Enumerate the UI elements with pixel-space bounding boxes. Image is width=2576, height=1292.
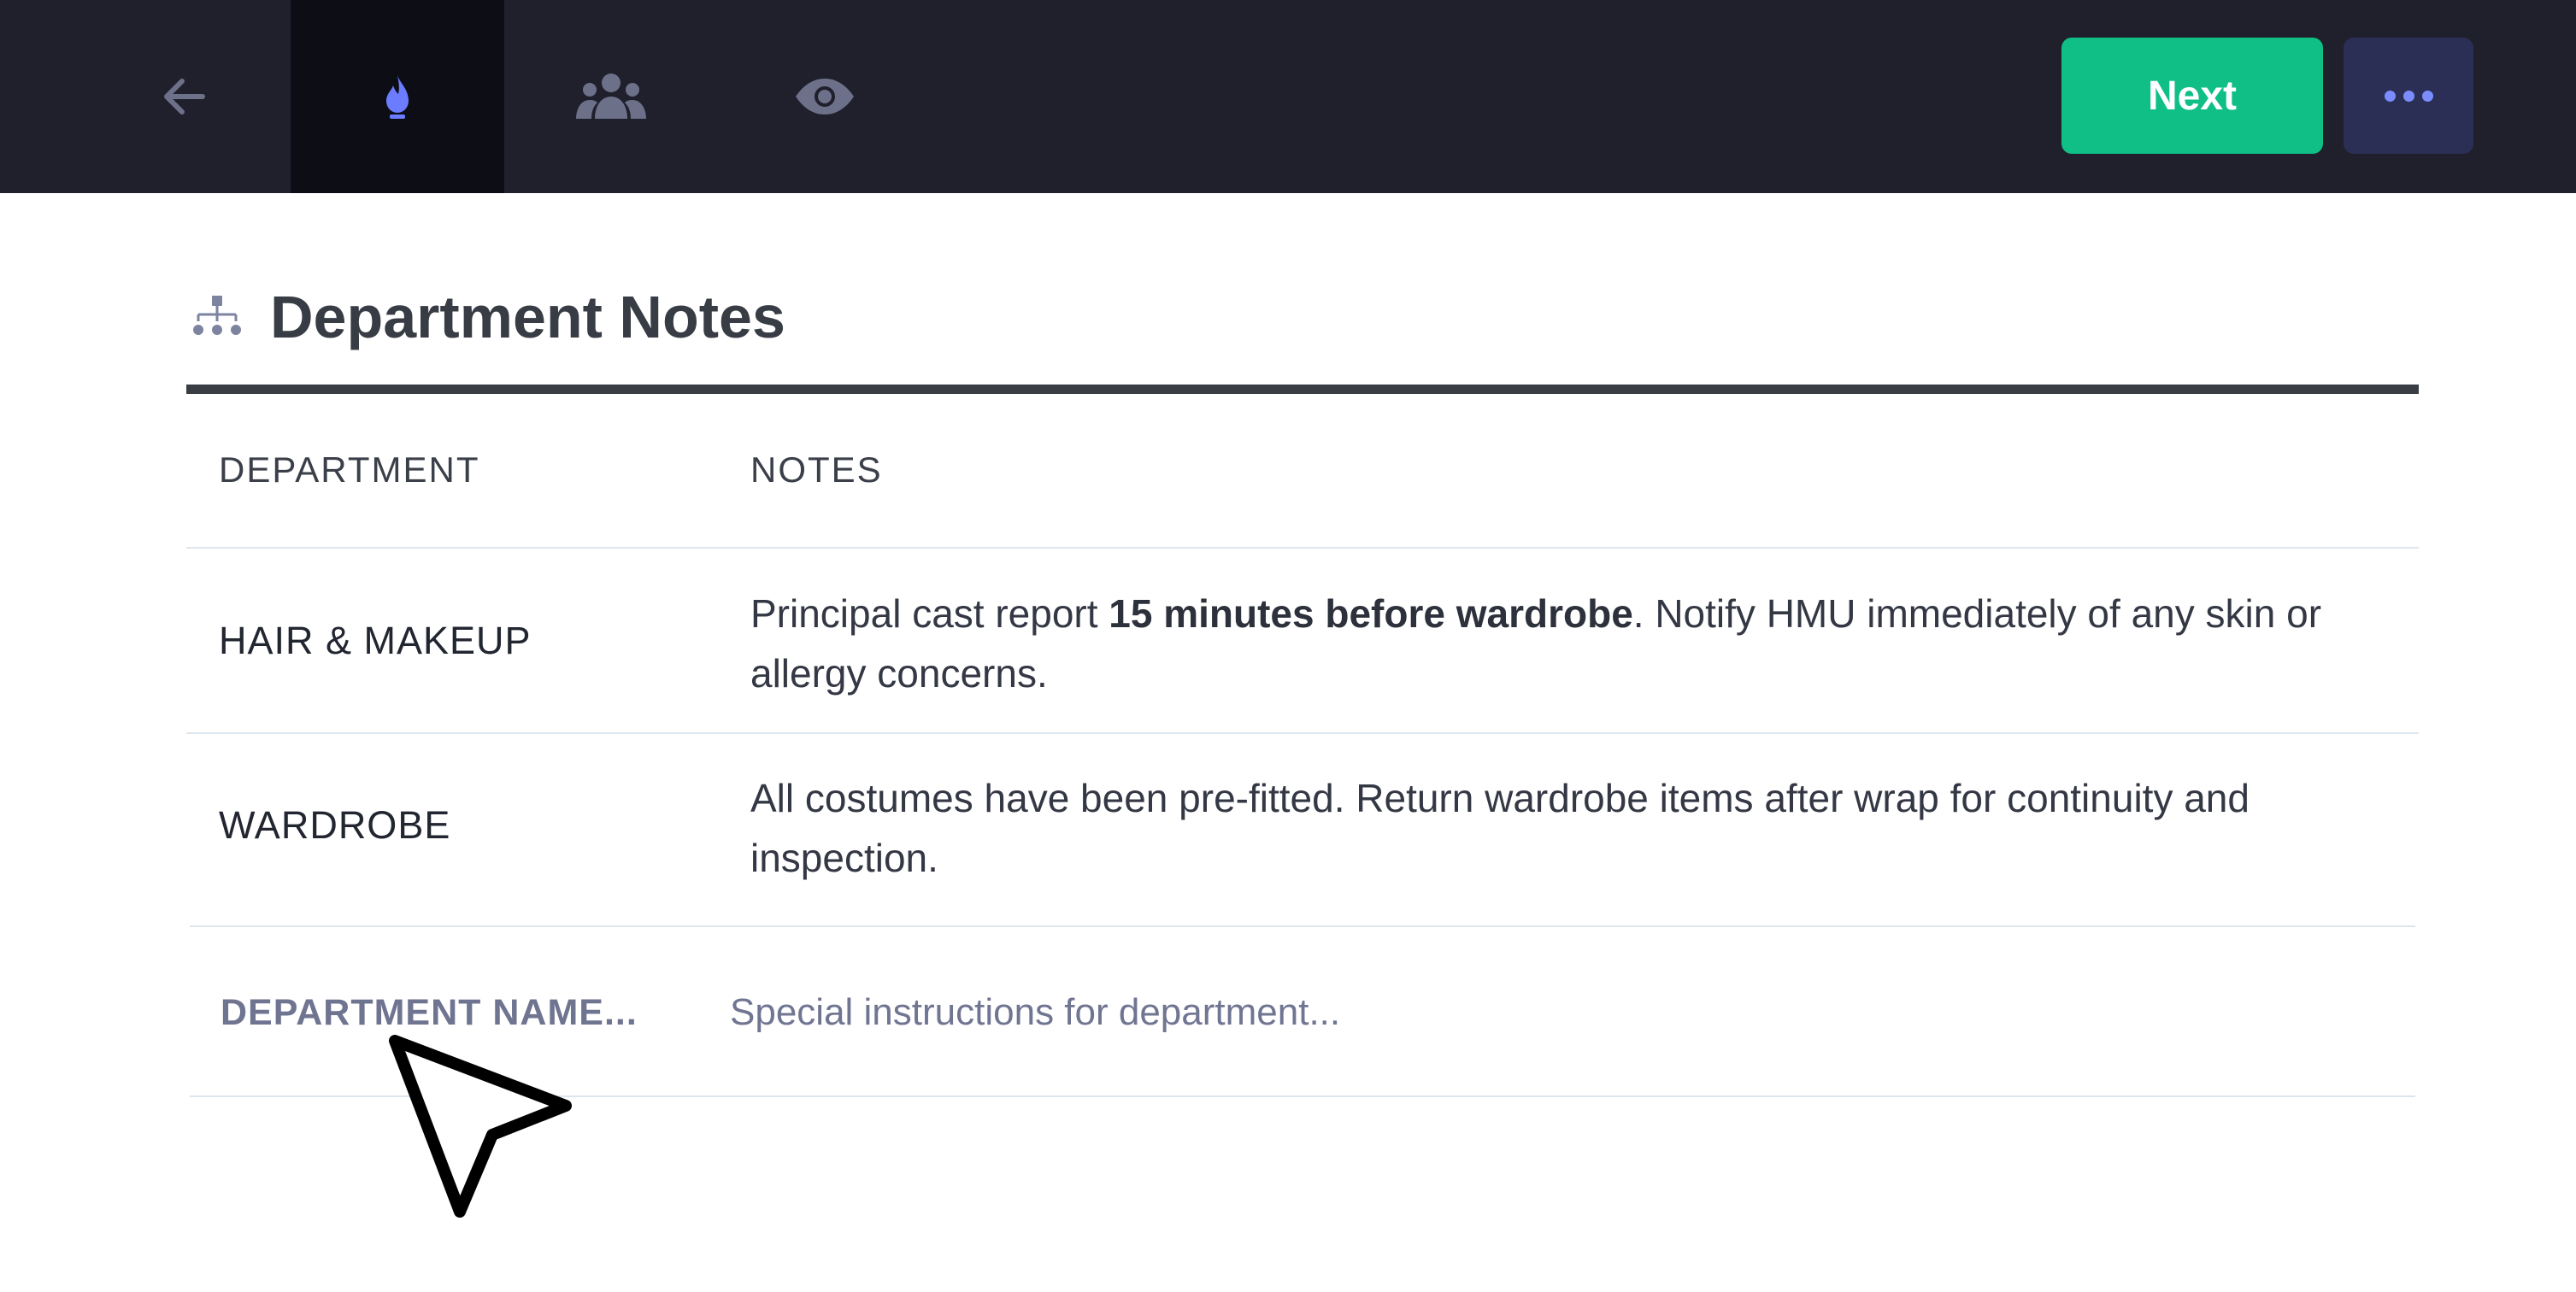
row-divider: [190, 925, 2415, 927]
eye-icon: [796, 79, 854, 115]
note-text: Principal cast report: [750, 591, 1109, 636]
row-department: WARDROBE: [219, 803, 451, 847]
row-notes: All costumes have been pre-fitted. Retur…: [750, 768, 2408, 888]
column-header-notes: NOTES: [750, 449, 883, 490]
header-divider: [186, 547, 2419, 549]
row-department: HAIR & MAKEUP: [219, 619, 532, 662]
flame-icon: [386, 75, 409, 119]
more-options-button[interactable]: [2344, 38, 2473, 154]
note-text: All costumes have been pre-fitted. Retur…: [750, 776, 2250, 880]
tab-cast[interactable]: [504, 0, 718, 193]
hierarchy-icon: [193, 296, 241, 335]
title-divider: [186, 385, 2419, 394]
mouse-cursor-icon: [389, 1035, 572, 1218]
people-icon: [576, 73, 646, 119]
department-name-input[interactable]: [221, 983, 699, 1042]
department-instructions-input[interactable]: [730, 983, 2405, 1042]
top-toolbar: Next: [0, 0, 2576, 193]
new-row-divider: [190, 1095, 2415, 1097]
row-divider: [186, 732, 2419, 734]
row-notes: Principal cast report 15 minutes before …: [750, 584, 2408, 703]
next-button[interactable]: Next: [2061, 38, 2323, 154]
tab-preview[interactable]: [718, 0, 932, 193]
column-header-department: DEPARTMENT: [219, 449, 480, 490]
note-emphasis: 15 minutes before wardrobe: [1109, 591, 1633, 636]
back-arrow-icon: [164, 79, 205, 115]
back-button[interactable]: [77, 0, 291, 193]
more-dots-icon: [2384, 90, 2433, 102]
tab-departments[interactable]: [291, 0, 504, 193]
page-title: Department Notes: [270, 284, 785, 350]
